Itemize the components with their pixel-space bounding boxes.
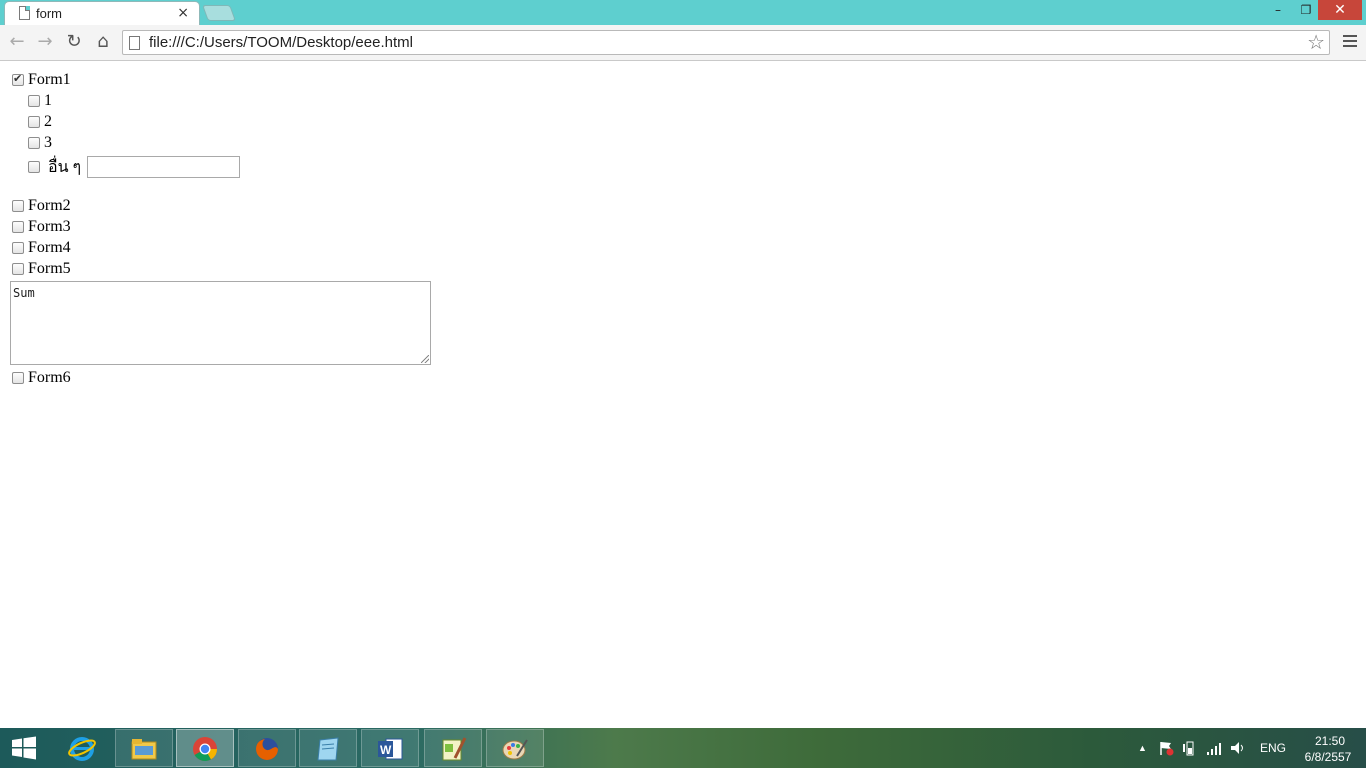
svg-text:W: W: [380, 743, 392, 757]
form3-row: Form3: [12, 217, 71, 237]
option-3-checkbox[interactable]: [28, 137, 40, 149]
windows-logo-icon: [12, 736, 36, 760]
taskbar-file-explorer[interactable]: [115, 729, 173, 767]
windows-taskbar: W ▲ ENG 21:50 6/8/2557: [0, 728, 1366, 768]
form2-checkbox[interactable]: [12, 200, 24, 212]
word-icon: W: [378, 738, 403, 760]
option-other-row: อื่น ๆ: [28, 155, 241, 179]
browser-toolbar: ← → ↻ ⌂ file:///C:/Users/TOOM/Desktop/ee…: [0, 25, 1366, 61]
address-bar[interactable]: file:///C:/Users/TOOM/Desktop/eee.html ☆: [122, 30, 1330, 55]
input-language[interactable]: ENG: [1260, 741, 1286, 755]
internet-explorer-icon: [68, 737, 96, 761]
show-hidden-icons-icon[interactable]: ▲: [1138, 743, 1147, 753]
option-3-label: 3: [44, 134, 52, 151]
reload-icon[interactable]: ↻: [63, 31, 85, 53]
option-1-label: 1: [44, 92, 52, 109]
forward-arrow-icon[interactable]: →: [34, 31, 56, 53]
start-button[interactable]: [8, 736, 40, 760]
bookmark-star-icon[interactable]: ☆: [1307, 31, 1325, 54]
chrome-icon: [193, 737, 217, 762]
page-icon: [19, 6, 30, 20]
page-icon: [129, 36, 140, 50]
form4-row: Form4: [12, 238, 71, 258]
tab-title: form: [36, 6, 62, 21]
tab-close-icon[interactable]: ×: [177, 5, 189, 21]
restore-button[interactable]: ❐: [1292, 0, 1320, 20]
folder-icon: [131, 739, 157, 760]
form6-row: Form6: [12, 368, 71, 388]
option-1-row: 1: [28, 91, 52, 111]
taskbar-notepad-plus[interactable]: [424, 729, 482, 767]
system-tray: ▲ ENG 21:50 6/8/2557: [1130, 728, 1366, 768]
form1-row: Form1: [12, 70, 71, 90]
paint-icon: [502, 739, 528, 760]
volume-speaker-icon[interactable]: [1230, 740, 1246, 756]
clock-time[interactable]: 21:50: [1310, 734, 1350, 748]
form2-label: Form2: [28, 197, 71, 214]
notepad-plus-icon: [442, 737, 467, 761]
close-window-button[interactable]: ✕: [1318, 0, 1362, 20]
taskbar-paint[interactable]: [486, 729, 544, 767]
form4-label: Form4: [28, 239, 71, 256]
taskbar-word[interactable]: W: [361, 729, 419, 767]
taskbar-internet-explorer[interactable]: [54, 729, 112, 767]
browser-titlebar: form × – ❐ ✕: [0, 0, 1366, 25]
option-3-row: 3: [28, 133, 52, 153]
sum-textarea[interactable]: Sum: [10, 281, 431, 365]
form5-checkbox[interactable]: [12, 263, 24, 275]
form3-checkbox[interactable]: [12, 221, 24, 233]
form6-checkbox[interactable]: [12, 372, 24, 384]
clock-date[interactable]: 6/8/2557: [1300, 750, 1356, 764]
chrome-menu-icon[interactable]: [1340, 32, 1360, 52]
form1-label: Form1: [28, 71, 71, 88]
taskbar-notepad[interactable]: [299, 729, 357, 767]
network-signal-icon[interactable]: [1206, 740, 1222, 756]
url-text[interactable]: file:///C:/Users/TOOM/Desktop/eee.html: [149, 34, 413, 51]
form6-label: Form6: [28, 369, 71, 386]
option-2-checkbox[interactable]: [28, 116, 40, 128]
page-content: Form1 1 2 3 อื่น ๆ Form2 Form3 Form4 For…: [0, 62, 1366, 728]
form2-row: Form2: [12, 196, 71, 216]
form3-label: Form3: [28, 218, 71, 235]
form5-row: Form5: [12, 259, 71, 279]
home-icon[interactable]: ⌂: [92, 31, 114, 53]
action-center-flag-icon[interactable]: [1158, 740, 1174, 756]
option-1-checkbox[interactable]: [28, 95, 40, 107]
firefox-icon: [256, 738, 278, 760]
battery-power-icon[interactable]: [1182, 740, 1196, 756]
back-arrow-icon[interactable]: ←: [6, 31, 28, 53]
form5-label: Form5: [28, 260, 71, 277]
option-other-label: อื่น ๆ: [48, 158, 82, 176]
form1-checkbox[interactable]: [12, 72, 24, 86]
option-2-label: 2: [44, 113, 52, 130]
new-tab-button[interactable]: [202, 5, 236, 21]
taskbar-chrome[interactable]: [176, 729, 234, 767]
form4-checkbox[interactable]: [12, 242, 24, 254]
option-other-checkbox[interactable]: [28, 161, 40, 173]
taskbar-firefox[interactable]: [238, 729, 296, 767]
notepad-icon: [317, 737, 339, 761]
option-2-row: 2: [28, 112, 52, 132]
resize-grip-icon[interactable]: [421, 355, 429, 363]
tab-form[interactable]: form ×: [4, 1, 200, 25]
sum-text: Sum: [13, 286, 35, 300]
minimize-button[interactable]: –: [1264, 0, 1292, 20]
other-text-input[interactable]: [87, 156, 241, 178]
